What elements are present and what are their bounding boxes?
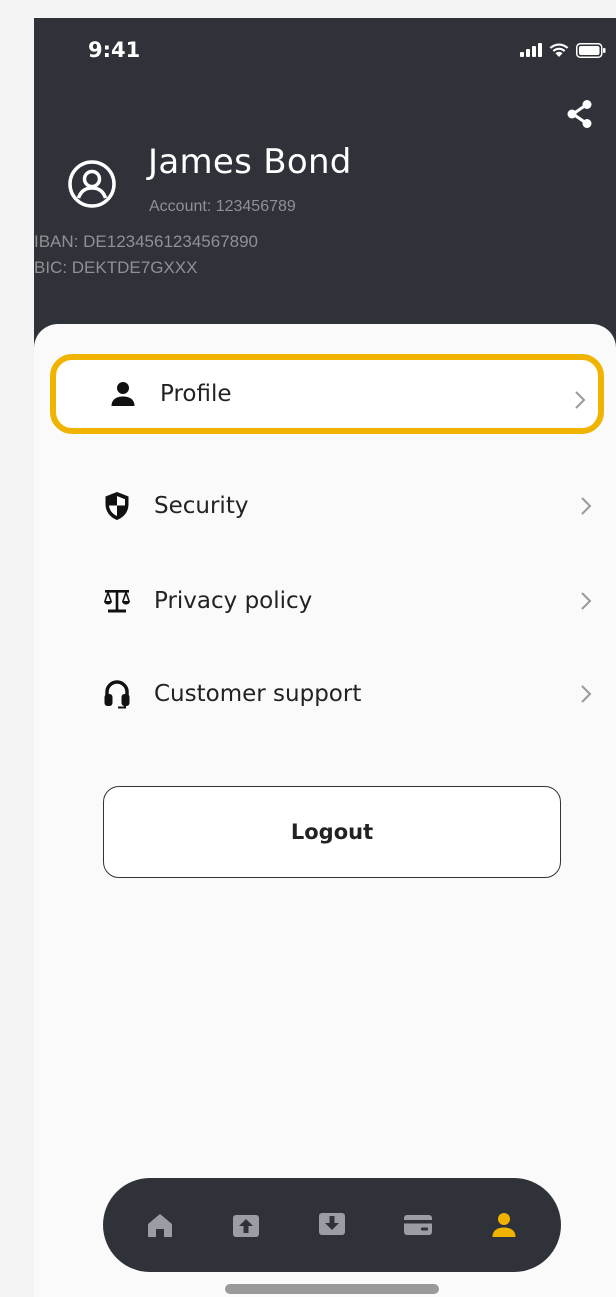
iban: IBAN: DE1234561234567890	[34, 232, 259, 251]
tab-profile[interactable]	[487, 1208, 521, 1242]
tab-bar	[103, 1178, 561, 1272]
chevron-right-icon	[581, 497, 592, 515]
phone-screen: 9:41 James Bond Account: 123456789 IBAN:…	[34, 18, 616, 1297]
share-button[interactable]	[564, 98, 596, 130]
menu-item-profile[interactable]: Profile	[50, 354, 604, 434]
home-indicator	[225, 1284, 439, 1294]
user-circle-icon	[68, 160, 116, 208]
menu-item-label: Security	[154, 493, 249, 519]
shield-icon	[105, 492, 129, 520]
status-icons	[520, 42, 606, 58]
chevron-right-icon	[581, 685, 592, 703]
menu-item-label: Customer support	[154, 681, 362, 707]
menu-item-customer-support[interactable]: Customer support	[50, 654, 604, 734]
user-name: James Bond	[148, 142, 352, 182]
menu-item-security[interactable]: Security	[50, 466, 604, 546]
download-icon	[319, 1213, 345, 1235]
account-header: 9:41 James Bond Account: 123456789 IBAN:…	[34, 18, 616, 348]
tab-cards[interactable]	[401, 1208, 435, 1242]
account-number: Account: 123456789	[149, 198, 296, 215]
logout-button[interactable]: Logout	[103, 786, 561, 878]
menu-item-label: Privacy policy	[154, 588, 313, 614]
card-icon	[404, 1215, 432, 1235]
menu-item-privacy-policy[interactable]: Privacy policy	[50, 561, 604, 641]
wifi-icon	[549, 43, 569, 57]
chevron-right-icon	[575, 391, 586, 409]
menu-item-label: Profile	[160, 381, 232, 407]
headset-icon	[104, 680, 130, 709]
status-time: 9:41	[88, 38, 141, 62]
upload-icon	[233, 1215, 259, 1237]
tab-send[interactable]	[229, 1208, 263, 1242]
battery-icon	[576, 42, 606, 58]
tab-receive[interactable]	[315, 1208, 349, 1242]
chevron-right-icon	[581, 592, 592, 610]
signal-icon	[520, 43, 542, 57]
bic: BIC: DEKTDE7GXXX	[34, 258, 198, 277]
profile-icon	[492, 1213, 516, 1237]
home-icon	[148, 1214, 172, 1237]
avatar	[68, 160, 116, 208]
tab-home[interactable]	[143, 1208, 177, 1242]
scales-icon	[104, 590, 130, 613]
share-icon	[567, 100, 592, 128]
person-icon	[111, 382, 135, 406]
